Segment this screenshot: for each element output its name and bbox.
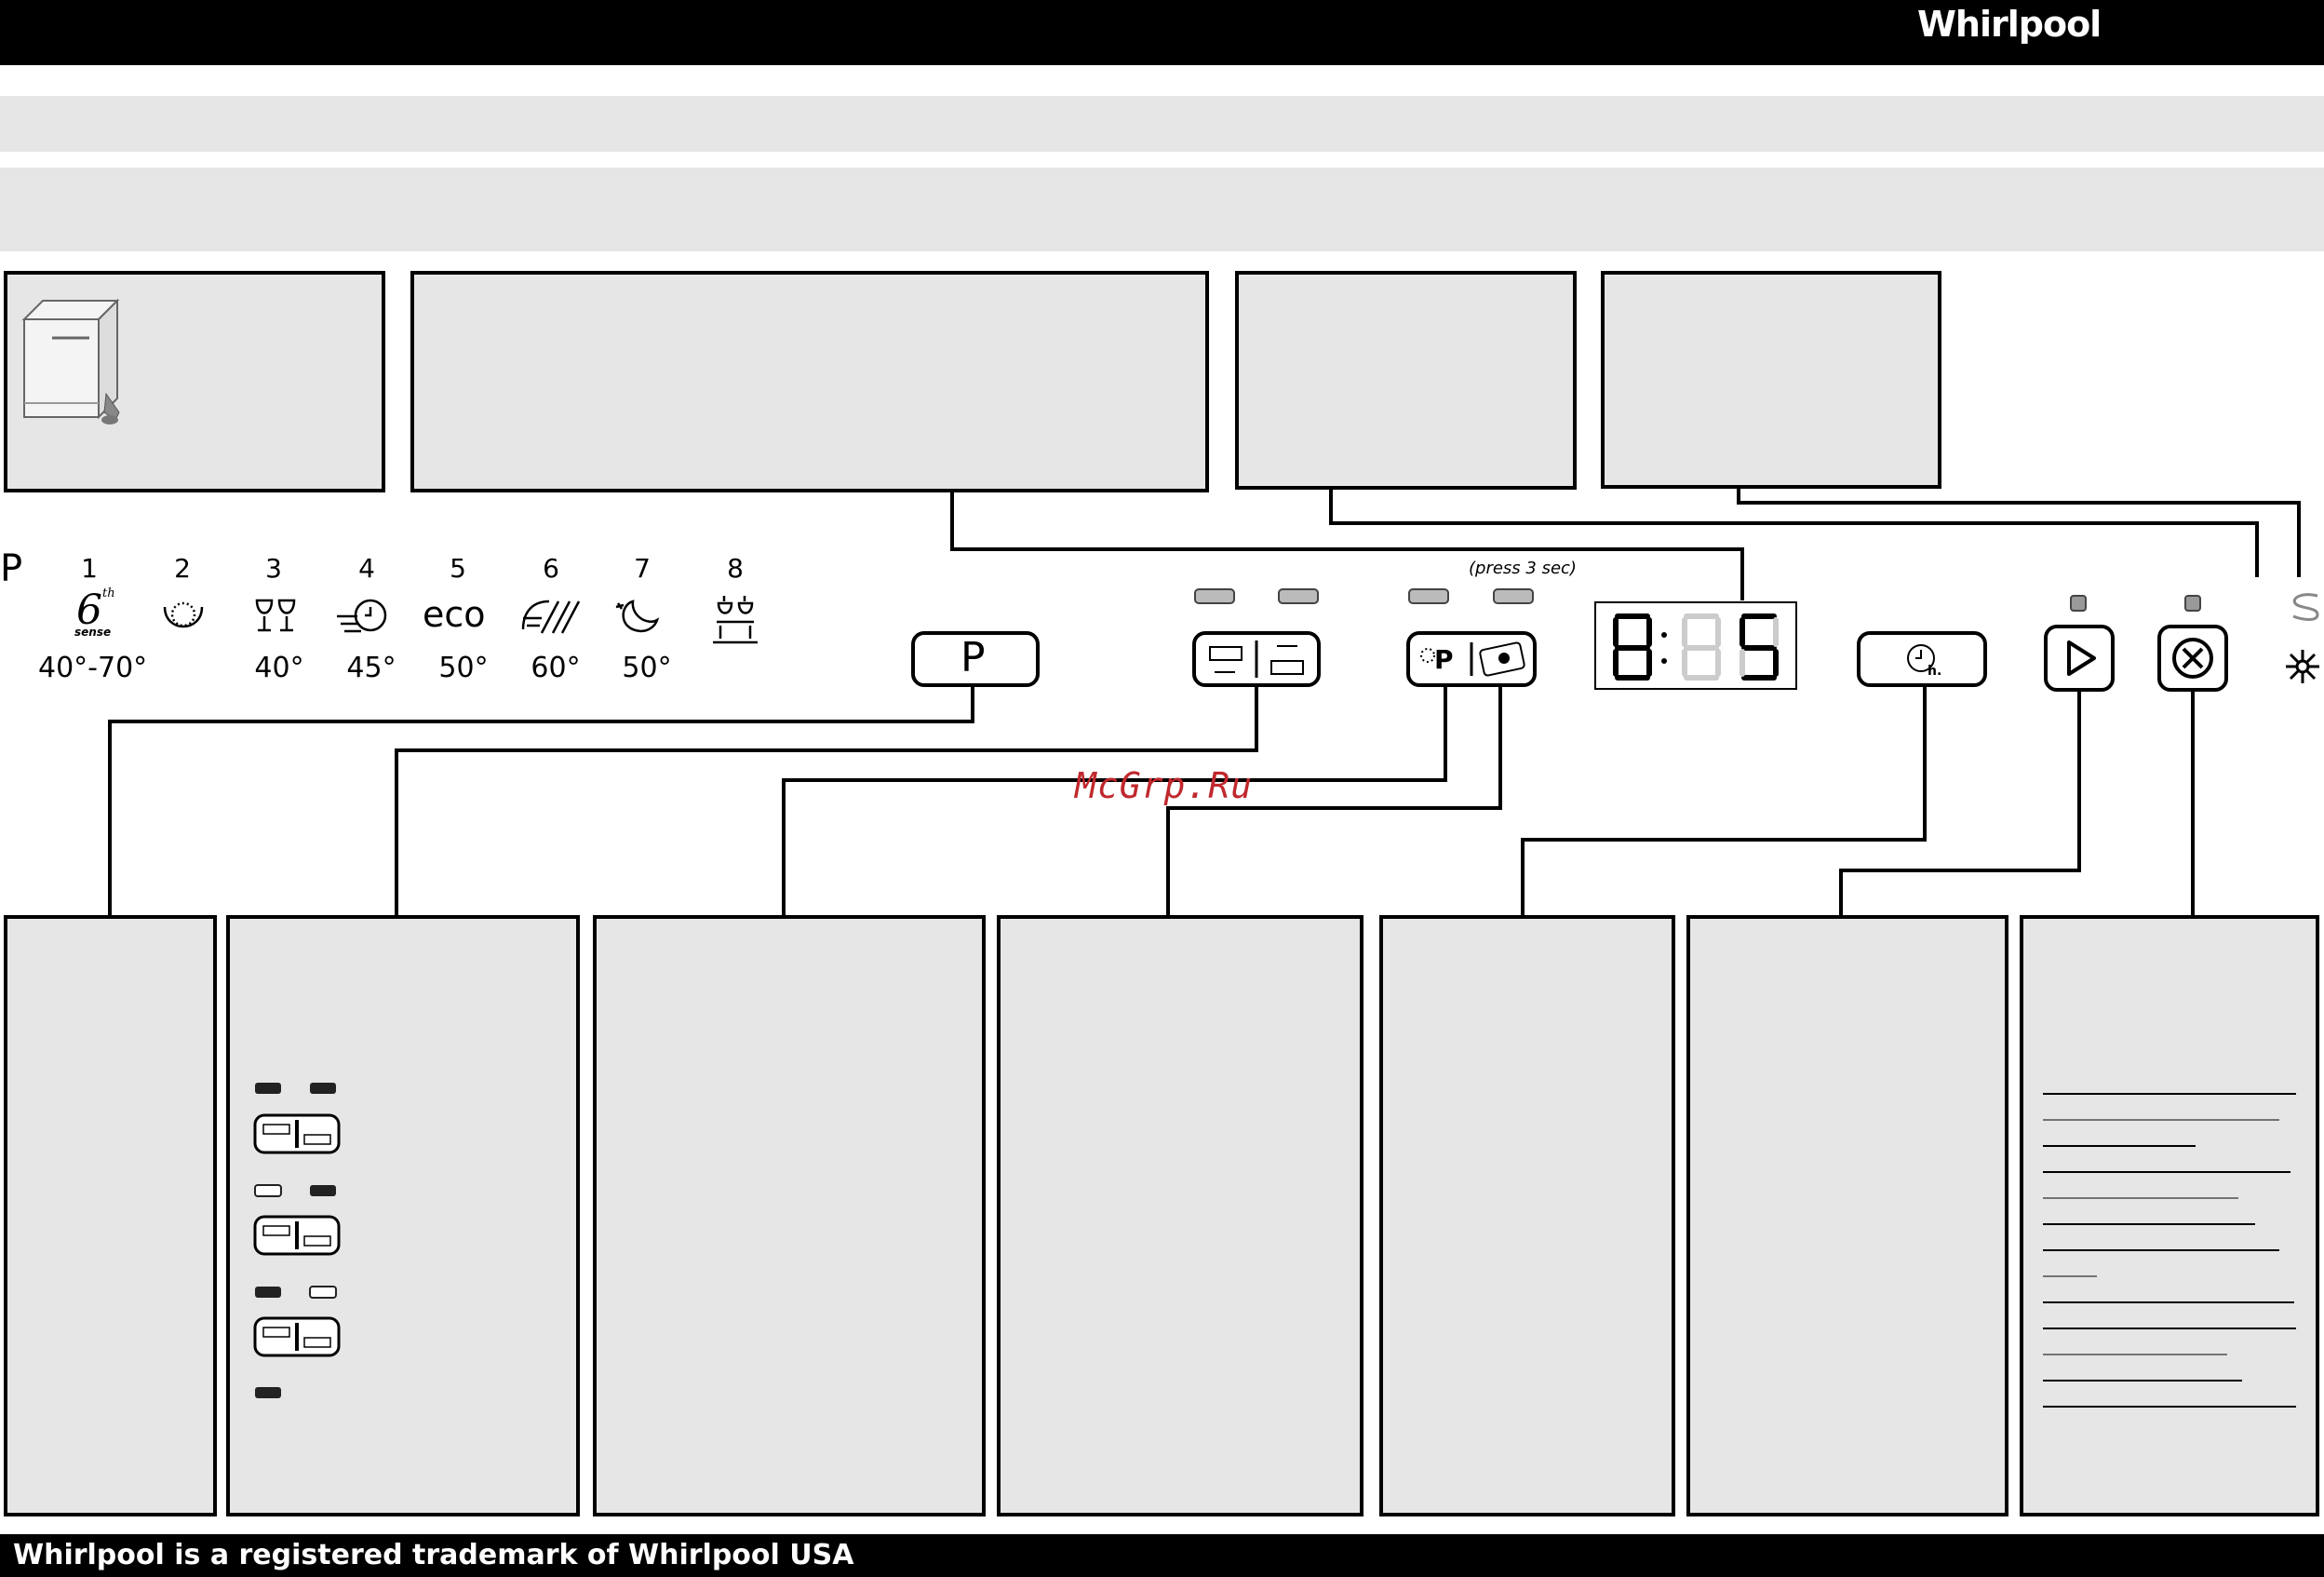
- half-load-button[interactable]: [1192, 631, 1321, 687]
- program-3-temp: 40°: [254, 652, 304, 684]
- salt-icon: [2292, 593, 2319, 621]
- press-hint: (press 3 sec): [1469, 559, 1577, 578]
- program-4-temp: 45°: [346, 652, 396, 684]
- program-6-number: 6: [543, 553, 559, 584]
- multifunction-button[interactable]: [1406, 631, 1537, 687]
- half-load-states: [253, 1083, 341, 1398]
- multifunction-p-label: P: [1434, 644, 1454, 675]
- cancel-button[interactable]: [2157, 625, 2228, 692]
- half-load-led-left: [1194, 588, 1235, 604]
- program-2-number: 2: [174, 553, 191, 584]
- program-1-temp: 40°-70°: [38, 652, 148, 684]
- fast-wash-icon: [337, 599, 387, 633]
- cancel-text-lines: [2043, 1093, 2296, 1408]
- cancel-led: [2184, 595, 2201, 612]
- time-display: [1594, 601, 1797, 690]
- program-5-number: 5: [450, 553, 466, 584]
- night-icon: [615, 600, 660, 633]
- program-7-temp: 50°: [622, 652, 672, 684]
- watermark: McGrp.Ru: [1075, 765, 1254, 806]
- start-led: [2070, 595, 2087, 612]
- prewash-icon: [163, 601, 204, 628]
- program-8-number: 8: [727, 553, 744, 584]
- program-4-number: 4: [358, 553, 375, 584]
- 6th-sense-label: sense: [74, 626, 112, 639]
- rinse-glasses-icon: [713, 596, 758, 644]
- half-load-state-1-icon: [253, 1113, 341, 1154]
- multifunction-led-left: [1408, 588, 1449, 604]
- eco-icon: eco: [423, 594, 486, 635]
- program-6-temp: 60°: [531, 652, 581, 684]
- footer-trademark: Whirlpool is a registered trademark of W…: [0, 1534, 2324, 1577]
- program-7-number: 7: [634, 553, 651, 584]
- multifunction-led-right: [1493, 588, 1534, 604]
- rinse-aid-icon: [2286, 650, 2319, 683]
- program-button-label: P: [960, 634, 986, 681]
- program-3-number: 3: [265, 553, 282, 584]
- start-button[interactable]: [2044, 625, 2115, 692]
- program-1-number: 1: [81, 553, 98, 584]
- intensive-icon: [521, 600, 581, 634]
- delay-start-button[interactable]: h.: [1857, 631, 1987, 687]
- glasses-icon: [255, 599, 296, 632]
- svg-text:h.: h.: [1928, 664, 1941, 679]
- half-load-led-right: [1278, 588, 1319, 604]
- half-load-state-2-icon: [253, 1215, 341, 1256]
- program-key-letter: P: [0, 547, 23, 590]
- half-load-state-3-icon: [253, 1316, 341, 1357]
- program-5-temp: 50°: [438, 652, 489, 684]
